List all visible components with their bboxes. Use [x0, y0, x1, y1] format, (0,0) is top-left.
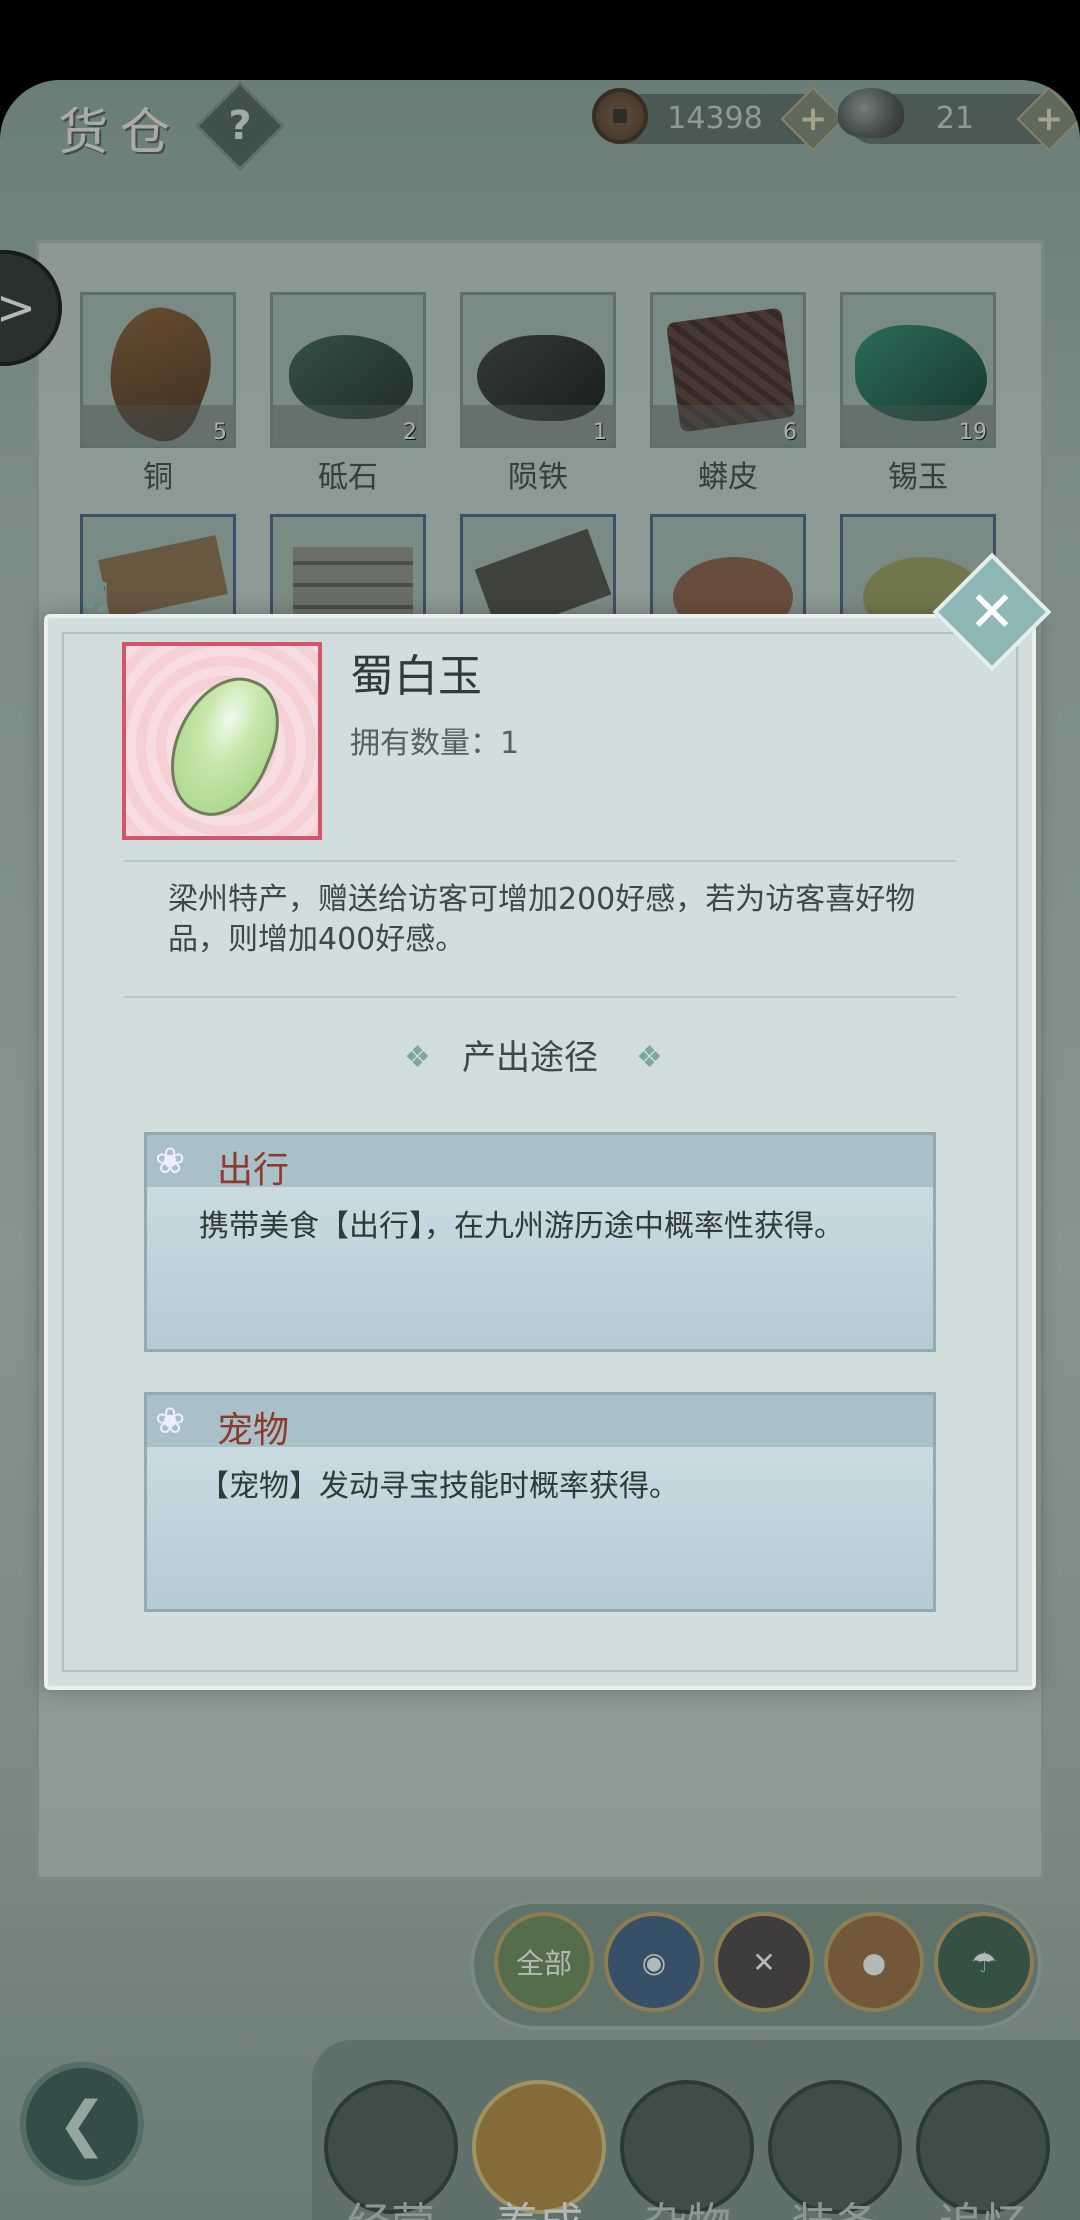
filter-umbrella-button[interactable]: ☂ — [934, 1912, 1034, 2012]
source-title: 宠物 — [217, 1410, 290, 1451]
close-icon: ✕ — [968, 579, 1016, 645]
copper-coin-icon — [592, 88, 648, 144]
bird-decoration-icon: ♫ — [78, 572, 114, 618]
item-count: 2 — [403, 420, 417, 445]
item-slot-python-skin[interactable]: 6 — [650, 292, 806, 448]
filter-bag-button[interactable]: ◉ — [604, 1912, 704, 2012]
nav-label: 杂物 — [620, 2188, 754, 2220]
source-description: 携带美食【出行】，在九州游历途中概率性获得。 — [199, 1209, 844, 1244]
nav-label: 养成 — [472, 2188, 606, 2220]
item-slot-copper[interactable]: 5 — [80, 292, 236, 451]
lotus-icon: ❀ — [155, 1141, 186, 1182]
divider — [124, 860, 956, 862]
nav-label: 经营 — [324, 2188, 458, 2220]
crossed-tools-icon: ✕ — [752, 1945, 776, 1979]
silver-ingot-icon — [838, 88, 904, 138]
filter-tools-button[interactable]: ✕ — [714, 1912, 814, 2012]
item-slot-meteoric-iron[interactable]: 1 — [460, 292, 616, 448]
back-arrow-icon: ❮ — [56, 2089, 108, 2159]
item-icon — [122, 642, 322, 840]
divider — [124, 996, 956, 998]
filter-all-button[interactable]: 全部 — [494, 1912, 594, 2012]
item-name-label: 蟒皮 — [698, 460, 758, 495]
source-section-header: 产出途径 — [462, 1038, 598, 1078]
question-icon: ? — [228, 103, 252, 149]
chevron-right-icon: > — [0, 280, 37, 336]
nav-item-business[interactable]: 经营 — [324, 2080, 458, 2220]
item-name-label: 铜 — [143, 460, 173, 495]
nav-label: 追忆 — [916, 2188, 1050, 2220]
help-button[interactable]: ? — [194, 80, 286, 172]
page-title: 货仓 — [58, 103, 182, 161]
umbrella-icon: ☂ — [971, 1945, 997, 1979]
copper-coins-value: 14398 — [667, 101, 763, 136]
buns-icon: ● — [861, 1945, 887, 1979]
item-name: 蜀白玉 — [350, 651, 482, 702]
plus-icon: + — [798, 99, 828, 139]
item-slot-whetstone[interactable]: 2 — [270, 292, 426, 448]
item-description: 梁州特产，赠送给访客可增加200好感，若为访客喜好物品，则增加400好感。 — [168, 882, 916, 957]
item-count: 5 — [213, 420, 227, 445]
nav-item-memories[interactable]: 追忆 — [916, 2080, 1050, 2220]
diamond-ornament-icon: ❖ — [404, 1040, 431, 1075]
item-count: 19 — [959, 420, 987, 445]
money-bag-icon: ◉ — [641, 1945, 667, 1979]
plus-icon: + — [1034, 99, 1064, 139]
nav-label: 装备 — [768, 2188, 902, 2220]
source-title: 出行 — [217, 1150, 290, 1191]
nav-item-nurture[interactable]: 养成 — [472, 2080, 606, 2220]
filter-food-button[interactable]: ● — [824, 1912, 924, 2012]
lotus-icon: ❀ — [155, 1401, 186, 1442]
item-name-label: 陨铁 — [508, 460, 568, 495]
back-button[interactable]: ❮ — [20, 2062, 144, 2186]
nav-item-equipment[interactable]: 装备 — [768, 2080, 902, 2220]
source-card-travel: ❀ 出行 携带美食【出行】，在九州游历途中概率性获得。 — [144, 1132, 936, 1352]
item-name-label: 砥石 — [318, 460, 378, 495]
item-name-label: 锡玉 — [888, 460, 948, 495]
nav-item-misc[interactable]: 杂物 — [620, 2080, 754, 2220]
silver-value: 21 — [935, 101, 975, 136]
source-description: 【宠物】发动寻宝技能时概率获得。 — [199, 1469, 679, 1504]
item-quantity: 拥有数量：1 — [350, 726, 520, 761]
source-card-pet: ❀ 宠物 【宠物】发动寻宝技能时概率获得。 — [144, 1392, 936, 1612]
item-slot-tin-jade[interactable]: 19 — [840, 292, 996, 448]
item-count: 1 — [593, 420, 607, 445]
diamond-ornament-icon: ❖ — [636, 1040, 663, 1075]
item-count: 6 — [783, 420, 797, 445]
wood-plank-icon — [98, 535, 228, 619]
